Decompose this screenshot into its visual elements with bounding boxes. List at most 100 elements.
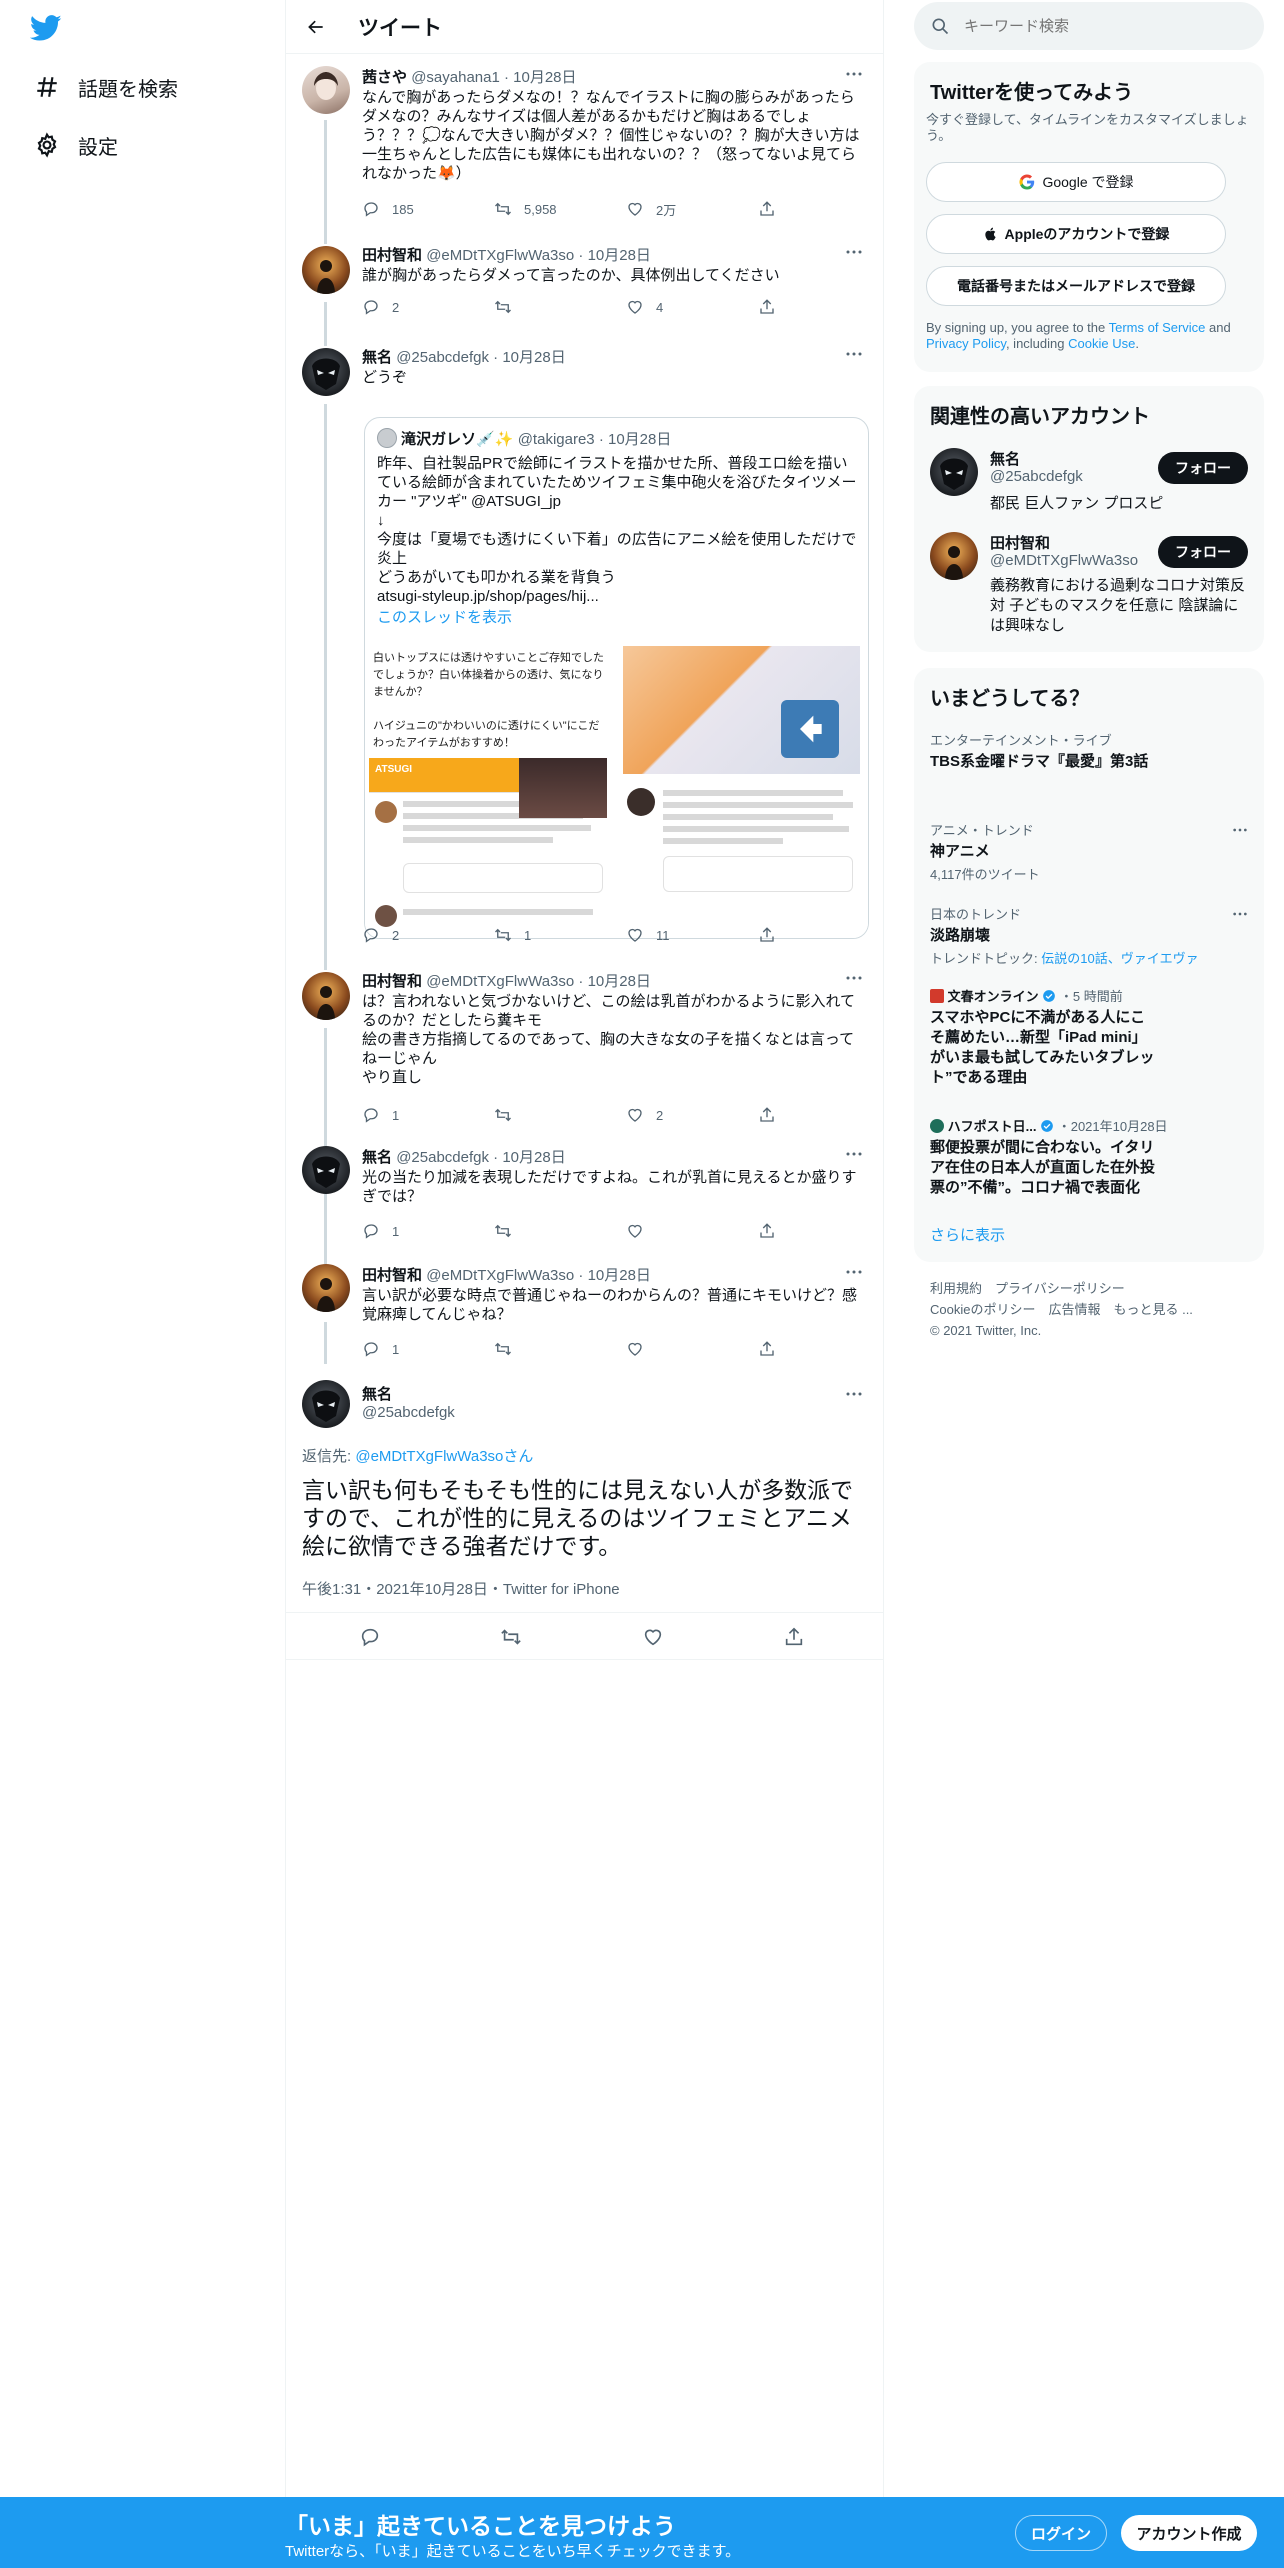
focal-timestamp[interactable]: 午後1:31・2021年10月28日・Twitter for iPhone: [302, 1578, 620, 1599]
author-handle[interactable]: @25abcdefgk: [396, 349, 489, 366]
like-button[interactable]: [626, 1338, 644, 1360]
retweet-button[interactable]: [494, 296, 512, 318]
reply-button[interactable]: 1: [362, 1104, 399, 1126]
avatar[interactable]: [302, 1380, 350, 1428]
quoted-tweet[interactable]: 滝沢ガレソ💉✨ @takigare3 · 10月28日 昨年、自社製品PRで絵師…: [364, 417, 869, 939]
tweet-date[interactable]: 10月28日: [502, 349, 565, 366]
avatar[interactable]: [302, 972, 350, 1020]
author-handle[interactable]: @eMDtTXgFlwWa3so: [426, 247, 574, 264]
like-button[interactable]: [642, 1626, 664, 1648]
follow-button[interactable]: フォロー: [1158, 536, 1248, 568]
author-handle[interactable]: @eMDtTXgFlwWa3so: [426, 1267, 574, 1284]
author-name[interactable]: 無名: [362, 1149, 392, 1166]
reply-button[interactable]: [359, 1626, 381, 1648]
like-button[interactable]: 11: [626, 924, 670, 946]
tweet-4[interactable]: 田村智和 @eMDtTXgFlwWa3so · 10月28日 は？言われないと気…: [286, 962, 883, 1128]
reply-to-link[interactable]: @eMDtTXgFlwWa3soさん: [355, 1448, 533, 1465]
search-bar[interactable]: [914, 2, 1264, 50]
account-row[interactable]: 田村智和 @eMDtTXgFlwWa3so 義務教育における過剰なコロナ対策反対…: [914, 532, 1264, 642]
news-item[interactable]: 文春オンライン ・5 時間前 スマホやPCに不満がある人にこそ薦めたい…新型「i…: [930, 986, 1248, 1088]
more-options-icon[interactable]: [1232, 904, 1248, 922]
tweet-date[interactable]: 10月28日: [513, 69, 576, 86]
trend-item[interactable]: エンターテインメント・ライブ TBS系金曜ドラマ『最愛』第3話: [930, 730, 1248, 772]
avatar[interactable]: [302, 1264, 350, 1312]
tweet-1[interactable]: 茜さや @sayahana1 · 10月28日 なんで胸があったらダメなの！？な…: [286, 54, 883, 236]
share-button[interactable]: [758, 924, 776, 946]
privacy-link[interactable]: Privacy Policy: [926, 336, 1006, 351]
reply-button[interactable]: 2: [362, 296, 399, 318]
tweet-date[interactable]: 10月28日: [588, 973, 651, 990]
author-handle[interactable]: @eMDtTXgFlwWa3so: [426, 973, 574, 990]
reply-button[interactable]: 1: [362, 1338, 399, 1360]
avatar[interactable]: [302, 348, 350, 396]
reply-button[interactable]: 1: [362, 1220, 399, 1242]
trend-item[interactable]: 日本のトレンド 淡路崩壊 トレンドトピック: 伝説の10話、ヴァイエヴァ: [930, 904, 1248, 967]
tweet-date[interactable]: 10月28日: [588, 247, 651, 264]
tweet-2[interactable]: 田村智和 @eMDtTXgFlwWa3so · 10月28日 誰が胸があったらダ…: [286, 236, 883, 338]
more-options-icon[interactable]: [841, 1384, 867, 1404]
more-options-icon[interactable]: [841, 1144, 867, 1164]
share-button[interactable]: [783, 1626, 805, 1648]
retweet-button[interactable]: [494, 1338, 512, 1360]
quote-media[interactable]: 白いトップスには透けやすいことご存知でしたでしょうか？白い体操着からの透け、気に…: [365, 646, 868, 938]
footer-line-1[interactable]: 利用規約 プライバシーポリシー: [930, 1278, 1193, 1299]
author-name[interactable]: 田村智和: [362, 973, 422, 990]
author-handle[interactable]: @25abcdefgk: [396, 1149, 489, 1166]
retweet-button[interactable]: [500, 1626, 522, 1648]
show-more-link[interactable]: さらに表示: [930, 1224, 1005, 1245]
author-name[interactable]: 田村智和: [362, 1267, 422, 1284]
focal-author-name[interactable]: 無名: [362, 1383, 392, 1404]
tweet-date[interactable]: 10月28日: [588, 1267, 651, 1284]
author-name[interactable]: 茜さや: [362, 69, 407, 86]
share-button[interactable]: [758, 1338, 776, 1360]
share-button[interactable]: [758, 1220, 776, 1242]
cookie-link[interactable]: Cookie Use: [1068, 336, 1135, 351]
show-thread-link[interactable]: このスレッドを表示: [377, 608, 862, 627]
avatar[interactable]: [302, 246, 350, 294]
share-button[interactable]: [758, 198, 776, 220]
tweet-5[interactable]: 無名 @25abcdefgk · 10月28日 光の当たり加減を表現しただけです…: [286, 1128, 883, 1246]
retweet-button[interactable]: 5,958: [494, 198, 557, 220]
create-account-button[interactable]: アカウント作成: [1121, 2515, 1257, 2551]
more-options-icon[interactable]: [841, 344, 867, 364]
tweet-3[interactable]: 無名 @25abcdefgk · 10月28日 どうぞ 滝沢ガレソ💉✨ @tak…: [286, 338, 883, 962]
author-handle[interactable]: @sayahana1: [411, 69, 500, 86]
follow-button[interactable]: フォロー: [1158, 452, 1248, 484]
phone-email-signup-button[interactable]: 電話番号またはメールアドレスで登録: [926, 266, 1226, 306]
avatar[interactable]: [302, 66, 350, 114]
author-name[interactable]: 無名: [362, 349, 392, 366]
like-button[interactable]: 2: [626, 1104, 663, 1126]
avatar[interactable]: [302, 1146, 350, 1194]
author-name[interactable]: 田村智和: [362, 247, 422, 264]
like-button[interactable]: [626, 1220, 644, 1242]
retweet-button[interactable]: [494, 1104, 512, 1126]
twitter-logo-icon[interactable]: [29, 12, 68, 50]
account-row[interactable]: 無名 @25abcdefgk 都民 巨人ファン プロスピ フォロー: [914, 442, 1264, 514]
back-arrow-icon[interactable]: [298, 9, 334, 45]
share-button[interactable]: [758, 1104, 776, 1126]
more-options-icon[interactable]: [1232, 820, 1248, 838]
google-signup-button[interactable]: Google で登録: [926, 162, 1226, 202]
like-button[interactable]: 4: [626, 296, 663, 318]
apple-signup-button[interactable]: Appleのアカウントで登録: [926, 214, 1226, 254]
retweet-button[interactable]: 1: [494, 924, 531, 946]
more-options-icon[interactable]: [841, 242, 867, 262]
trend-related-links[interactable]: 伝説の10話、ヴァイエヴァ: [1041, 951, 1198, 966]
focal-author-handle[interactable]: @25abcdefgk: [362, 1404, 455, 1421]
footer-line-2[interactable]: Cookieのポリシー 広告情報 もっと見る ...: [930, 1299, 1193, 1320]
search-input[interactable]: [964, 17, 1244, 35]
more-options-icon[interactable]: [841, 968, 867, 988]
terms-link[interactable]: Terms of Service: [1109, 320, 1206, 335]
nav-settings[interactable]: 設定: [32, 125, 118, 165]
more-options-icon[interactable]: [841, 1262, 867, 1282]
reply-button[interactable]: 185: [362, 198, 414, 220]
news-item[interactable]: ハフポスト日... ・2021年10月28日 郵便投票が間に合わない。イタリア在…: [930, 1116, 1248, 1198]
reply-button[interactable]: 2: [362, 924, 399, 946]
more-options-icon[interactable]: [841, 64, 867, 84]
nav-explore[interactable]: 話題を検索: [32, 67, 178, 107]
tweet-date[interactable]: 10月28日: [502, 1149, 565, 1166]
share-button[interactable]: [758, 296, 776, 318]
tweet-6[interactable]: 田村智和 @eMDtTXgFlwWa3so · 10月28日 言い訳が必要な時点…: [286, 1246, 883, 1364]
login-button[interactable]: ログイン: [1015, 2515, 1107, 2551]
trend-item[interactable]: アニメ・トレンド 神アニメ 4,117件のツイート: [930, 820, 1248, 883]
